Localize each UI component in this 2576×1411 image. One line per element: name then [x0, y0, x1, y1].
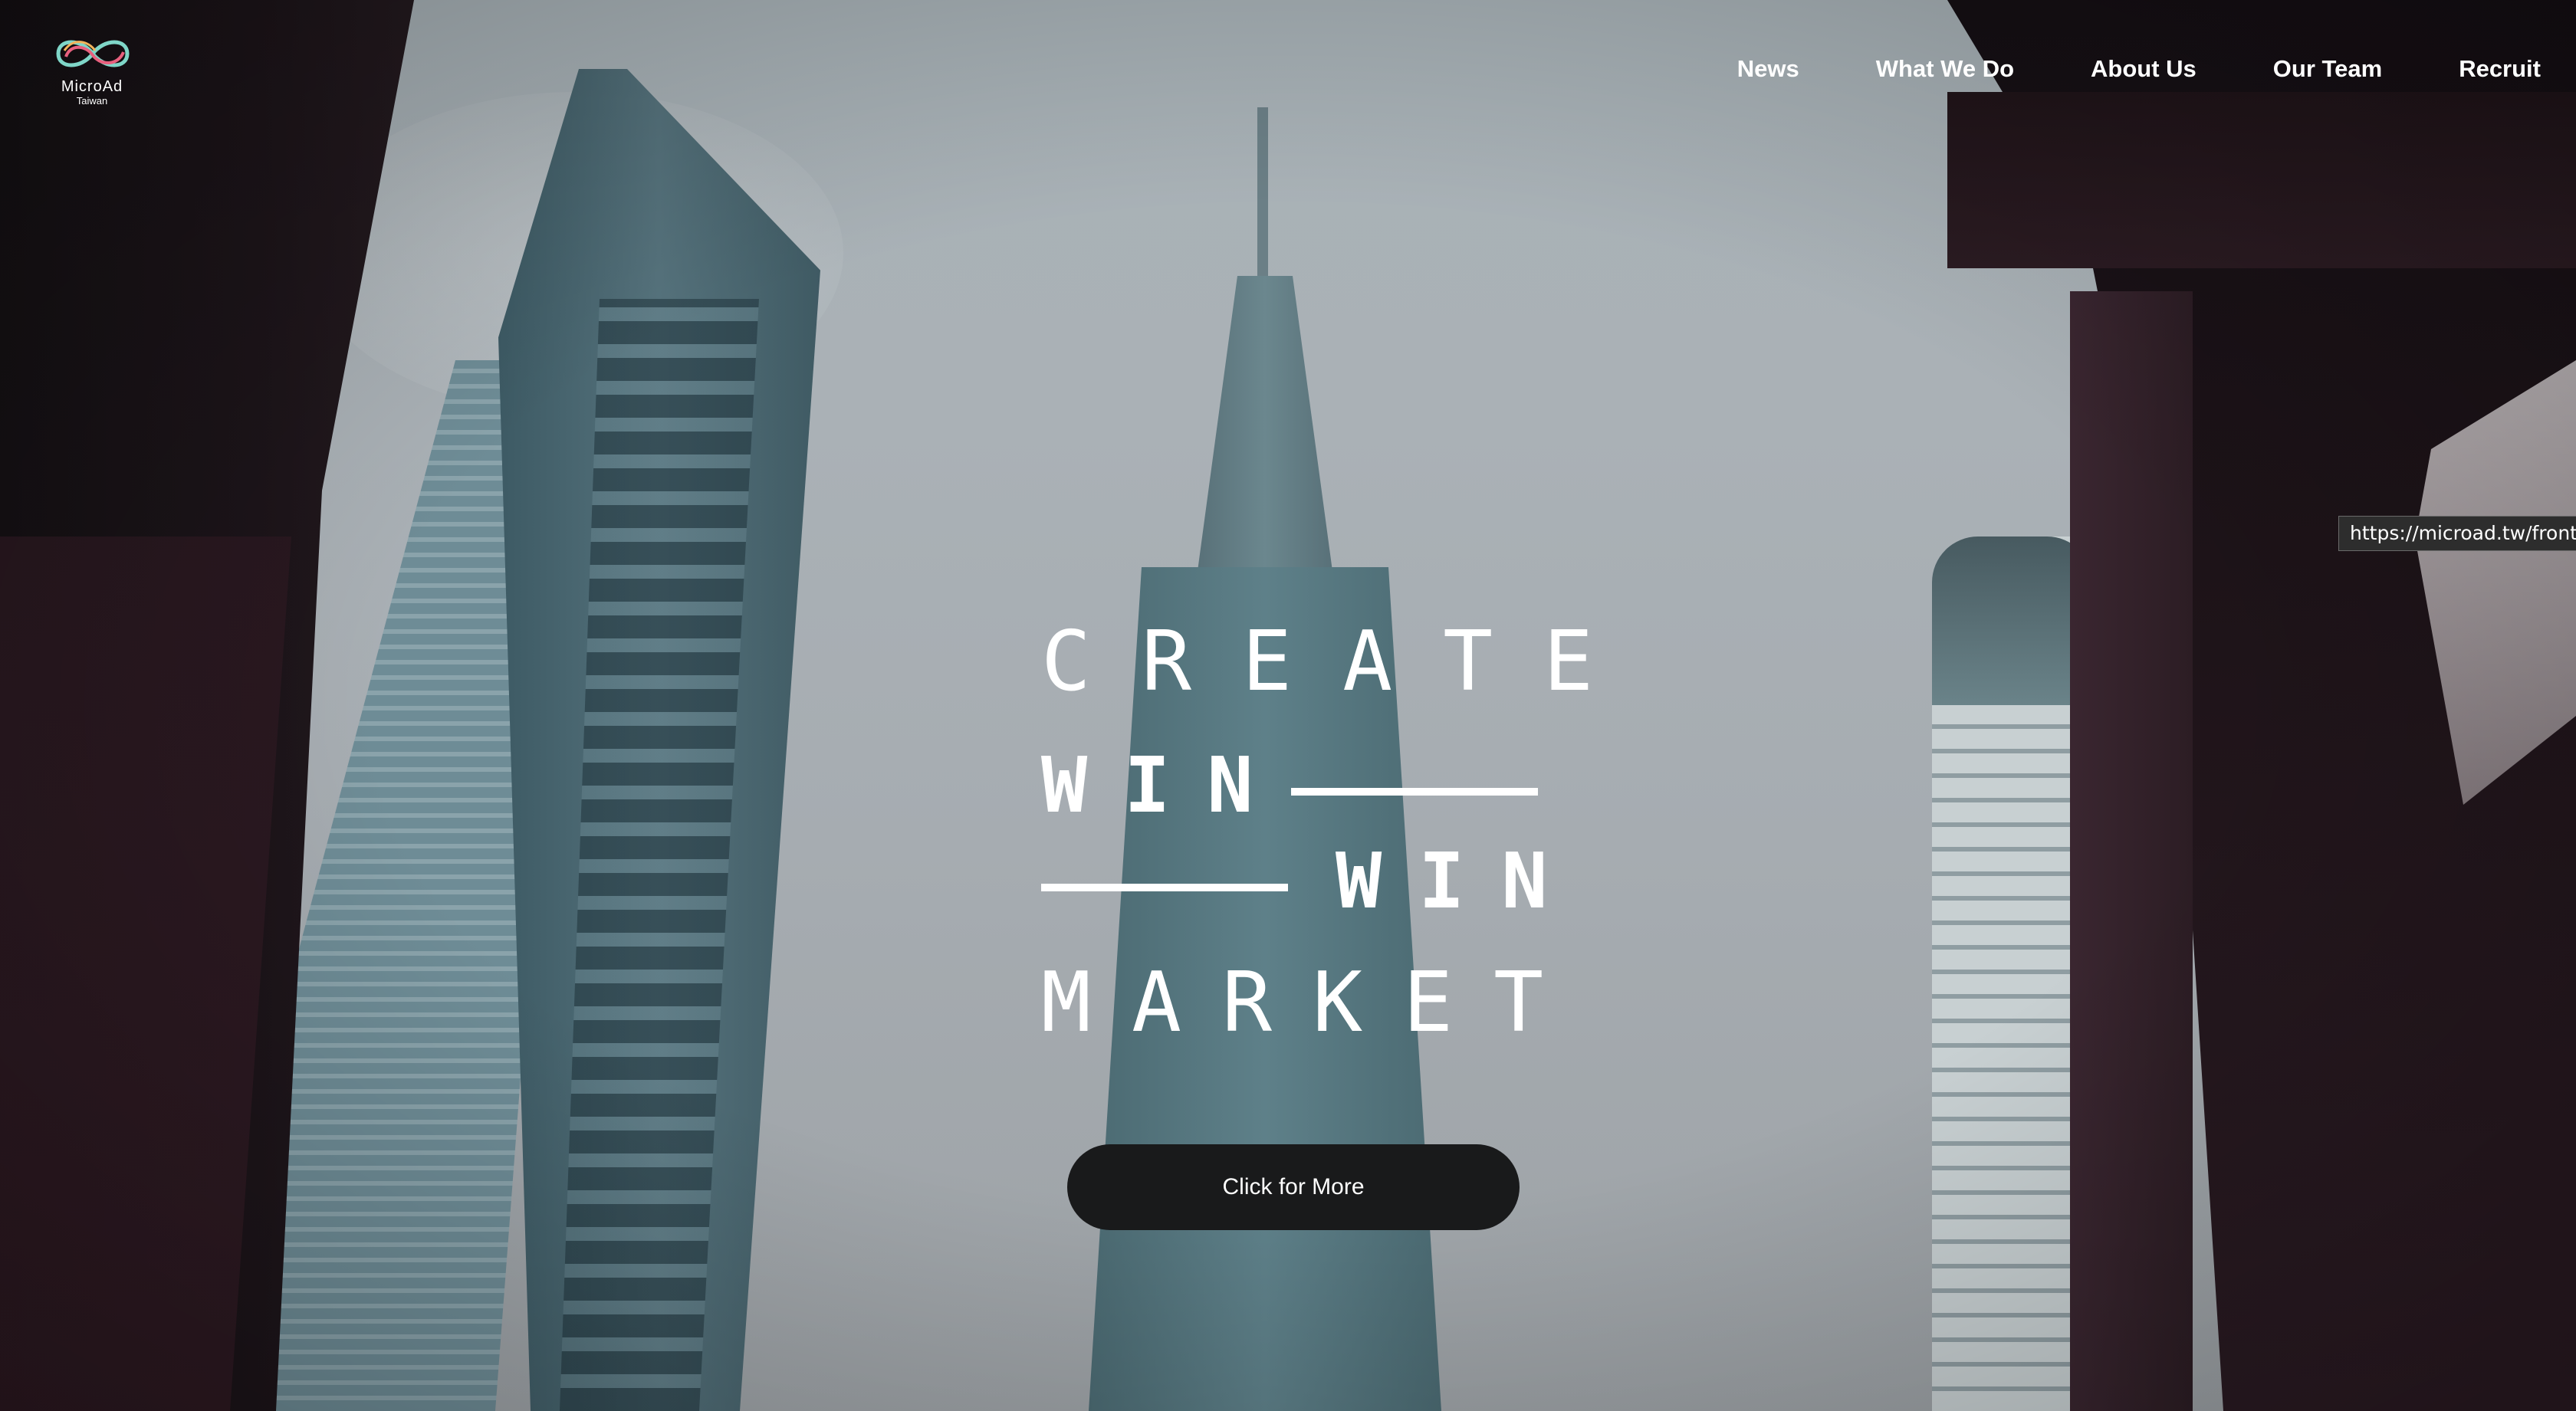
headline-divider-lower — [1041, 884, 1288, 891]
click-for-more-button[interactable]: Click for More — [1067, 1144, 1520, 1230]
nav-item-our-team[interactable]: Our Team — [2273, 55, 2382, 83]
headline-market: MARKET — [1041, 955, 1585, 1051]
infinity-logo-icon — [56, 40, 130, 67]
headline-win-first: WIN — [1041, 740, 1290, 830]
link-url-tooltip: https://microad.tw/fronte — [2338, 516, 2576, 551]
nav-item-recruit[interactable]: Recruit — [2459, 55, 2541, 83]
nav-item-what-we-do[interactable]: What We Do — [1876, 55, 2014, 83]
headline-win-second: WIN — [1336, 836, 1585, 926]
nav-item-about-us[interactable]: About Us — [2091, 55, 2196, 83]
nav-item-news[interactable]: News — [1737, 55, 1799, 83]
logo-subtitle: Taiwan — [76, 95, 108, 107]
logo-name: MicroAd — [61, 78, 123, 95]
headline-divider-upper — [1291, 788, 1538, 796]
main-nav: News What We Do About Us Our Team Recrui… — [1737, 55, 2541, 83]
logo-link[interactable]: MicroAd Taiwan — [38, 31, 146, 115]
headline-create: CREATE — [1041, 614, 1644, 710]
